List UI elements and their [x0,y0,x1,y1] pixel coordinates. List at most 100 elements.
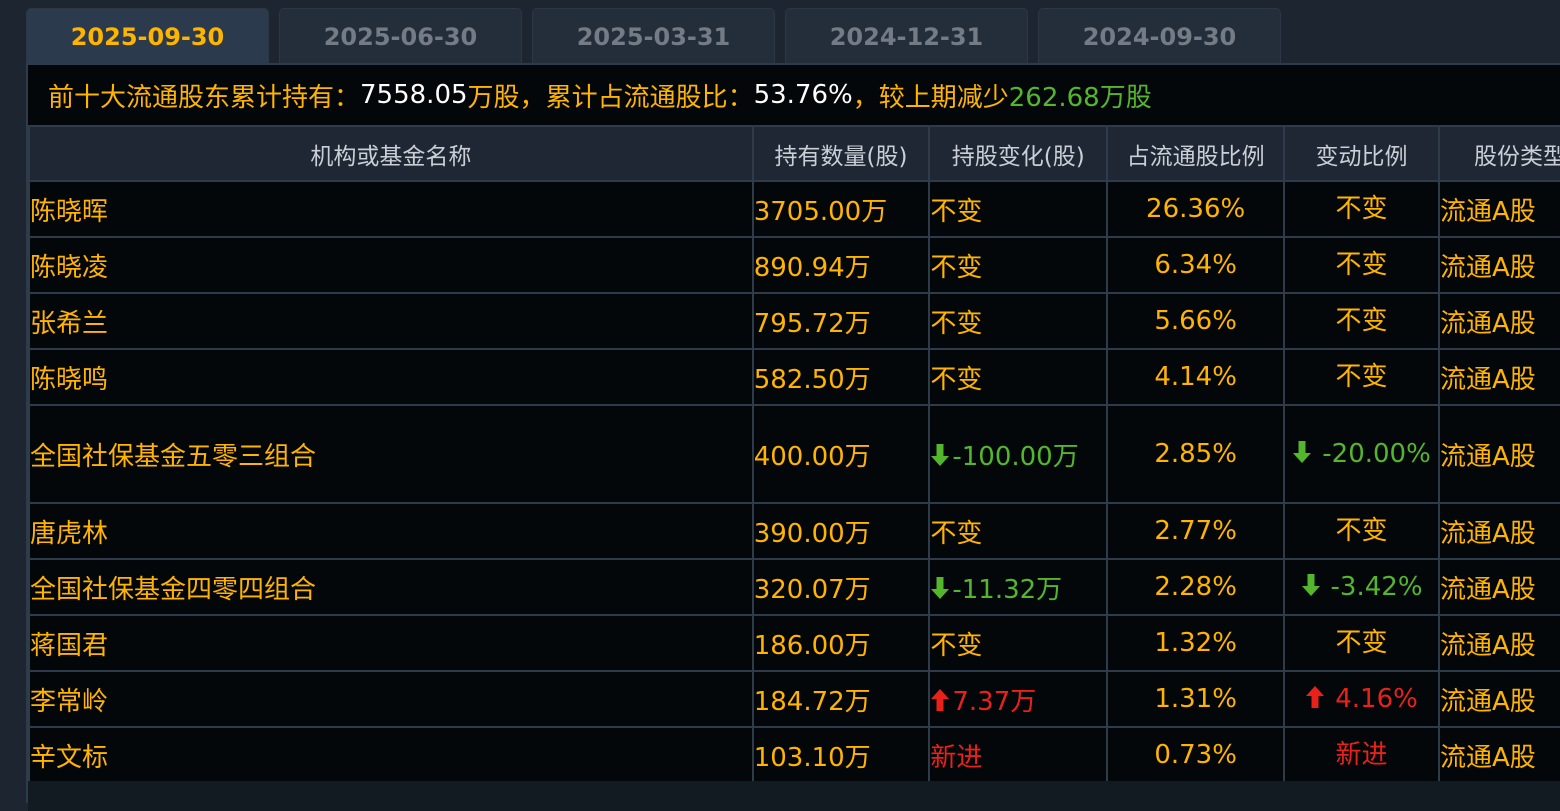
float-ratio: 2.77% [1106,502,1286,560]
holding-change-text: 不变 [930,252,983,283]
holding-quantity: 582.50万 [751,348,931,406]
holder-name: 陈晓晖 [28,180,754,238]
summary-label-change: ，较上期减少 [852,82,1009,113]
holding-quantity: 890.94万 [751,236,931,294]
holder-name: 陈晓凌 [28,236,754,294]
holding-quantity-text: 400.00万 [753,441,871,472]
holding-quantity: 186.00万 [751,614,931,672]
share-type: 流通A股 [1437,404,1560,504]
float-ratio-text: 2.77% [1154,516,1237,546]
share-type: 流通A股 [1437,502,1560,560]
change-ratio: 不变 [1283,180,1440,238]
header-float-ratio: 占流通股比例 [1106,125,1286,182]
share-type-text: 流通A股 [1439,252,1536,283]
change-ratio-text: 不变 [1335,362,1388,392]
change-ratio: -20.00% [1283,404,1440,504]
tab-2025-06-30[interactable]: 2025-06-30 [279,8,522,64]
holder-name: 全国社保基金四零四组合 [28,558,754,616]
summary-ratio-value: 53.76% [753,80,853,110]
holder-name: 李常岭 [28,670,754,728]
tab-2024-12-31[interactable]: 2024-12-31 [785,8,1028,64]
arrow-down-icon [1293,441,1312,463]
float-ratio: 1.31% [1106,670,1286,728]
summary-total-value: 7558.05 [360,80,468,110]
change-ratio-text: -20.00% [1322,439,1431,469]
holder-name-text: 李常岭 [30,686,109,717]
holding-quantity: 184.72万 [751,670,931,728]
share-type: 流通A股 [1437,670,1560,728]
holding-change-text: -11.32万 [952,574,1063,605]
holding-quantity-text: 320.07万 [753,574,871,605]
holder-name: 全国社保基金五零三组合 [28,404,754,504]
holding-change: 新进 [928,726,1109,784]
tab-2025-09-30[interactable]: 2025-09-30 [26,8,269,64]
holding-change-text: 不变 [930,196,983,227]
holding-quantity-text: 3705.00万 [753,196,888,227]
header-change-ratio: 变动比例 [1283,125,1440,182]
share-type-text: 流通A股 [1439,441,1536,472]
change-ratio-text: 不变 [1335,516,1388,546]
tab-2025-03-31[interactable]: 2025-03-31 [532,8,775,64]
table-row: 张希兰 795.72万 不变 5.66% 不变 流通A股 [28,292,1560,350]
holding-change-text: 新进 [930,742,983,773]
table-row: 唐虎林 390.00万 不变 2.77% 不变 流通A股 [28,502,1560,560]
holder-name-text: 张希兰 [30,308,109,339]
holder-name-text: 陈晓晖 [30,196,109,227]
holder-name-text: 蒋国君 [30,630,109,661]
float-ratio-text: 2.28% [1154,572,1237,602]
holding-quantity-text: 390.00万 [753,518,871,549]
holder-name-text: 陈晓鸣 [30,364,109,395]
share-type: 流通A股 [1437,180,1560,238]
float-ratio: 2.85% [1106,404,1286,504]
table-row: 蒋国君 186.00万 不变 1.32% 不变 流通A股 [28,614,1560,672]
holding-change: 不变 [928,614,1109,672]
holding-quantity: 400.00万 [751,404,931,504]
holding-change-text: 不变 [930,518,983,549]
change-ratio: -3.42% [1283,558,1440,616]
float-ratio: 2.28% [1106,558,1286,616]
holder-name-text: 辛文标 [30,742,109,773]
holder-name-text: 全国社保基金五零三组合 [30,441,317,472]
holding-change: 不变 [928,236,1109,294]
change-ratio: 不变 [1283,348,1440,406]
holding-change: 不变 [928,180,1109,238]
share-type: 流通A股 [1437,348,1560,406]
holding-quantity: 3705.00万 [751,180,931,238]
change-ratio: 4.16% [1283,670,1440,728]
share-type-text: 流通A股 [1439,364,1536,395]
holder-name: 辛文标 [28,726,754,784]
float-ratio: 5.66% [1106,292,1286,350]
holder-name-text: 陈晓凌 [30,252,109,283]
holder-name-text: 全国社保基金四零四组合 [30,574,317,605]
share-type: 流通A股 [1437,236,1560,294]
holding-change: 不变 [928,292,1109,350]
change-ratio: 新进 [1283,726,1440,784]
float-ratio-text: 2.85% [1154,439,1237,469]
holding-change-text: 不变 [930,308,983,339]
holding-change-text: 不变 [930,364,983,395]
float-ratio-text: 26.36% [1146,194,1246,224]
summary-label-total: 前十大流通股东累计持有： [48,82,361,113]
summary-label-ratio: 累计占流通股比： [545,82,754,113]
summary-unit: 万股， [467,82,546,113]
header-quantity: 持有数量(股) [751,125,931,182]
share-type-text: 流通A股 [1439,308,1536,339]
holder-name: 张希兰 [28,292,754,350]
share-type: 流通A股 [1437,614,1560,672]
tab-2024-09-30[interactable]: 2024-09-30 [1038,8,1281,64]
float-ratio: 6.34% [1106,236,1286,294]
change-ratio-text: 不变 [1335,628,1388,658]
table-row: 辛文标 103.10万 新进 0.73% 新进 流通A股 [28,726,1560,784]
holder-name-text: 唐虎林 [30,518,109,549]
table-row: 全国社保基金四零四组合 320.07万 -11.32万 2.28% -3.42% 流通A股 [28,558,1560,616]
share-type-text: 流通A股 [1439,196,1536,227]
arrow-up-icon [931,688,950,711]
float-ratio-text: 0.73% [1154,740,1237,770]
float-ratio-text: 5.66% [1154,306,1237,336]
share-type-text: 流通A股 [1439,630,1536,661]
arrow-down-icon [931,443,950,466]
share-type-text: 流通A股 [1439,742,1536,773]
holding-quantity-text: 103.10万 [753,742,871,773]
holding-quantity: 390.00万 [751,502,931,560]
change-ratio: 不变 [1283,614,1440,672]
